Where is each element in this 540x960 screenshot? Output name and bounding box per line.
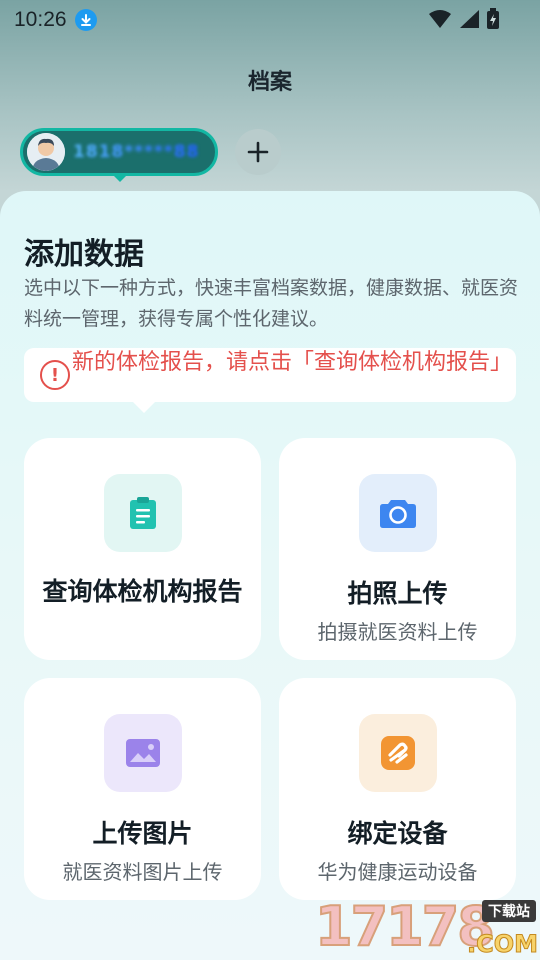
page-title: 档案 (247, 70, 292, 95)
tip-pointer (132, 401, 156, 413)
sheet-title: 添加数据 (24, 237, 144, 272)
avatar (27, 133, 65, 171)
card-icon-box (359, 474, 437, 552)
camera-icon (380, 500, 416, 528)
watermark-suffix: .COM (466, 930, 538, 959)
card-title: 拍照上传 (347, 579, 448, 608)
battery-charging-icon (486, 8, 500, 34)
card-icon-box (104, 474, 182, 552)
add-profile-button[interactable] (235, 129, 281, 175)
image-upload-card[interactable]: 上传图片 就医资料图片上传 (24, 678, 261, 900)
wifi-icon (428, 9, 452, 33)
sheet-description: 选中以下一种方式，快速丰富档案数据，健康数据、就医资料统一管理，获得专属个性化建… (24, 277, 519, 330)
card-subtitle: 就医资料图片上传 (62, 860, 223, 884)
card-icon-box (104, 714, 182, 792)
device-band-icon (381, 736, 415, 770)
query-report-card[interactable]: 查询体检机构报告 (24, 438, 261, 660)
warning-circle-icon: ! (40, 360, 70, 390)
card-subtitle: 华为健康运动设备 (317, 860, 478, 884)
card-subtitle: 拍摄就医资料上传 (317, 620, 478, 644)
add-data-sheet: 添加数据 选中以下一种方式，快速丰富档案数据，健康数据、就医资料统一管理，获得专… (0, 191, 540, 960)
image-icon (126, 739, 160, 767)
status-bar: 10:26 (0, 0, 540, 40)
profile-name: 1818*****88 (73, 142, 200, 162)
plus-icon (247, 141, 269, 163)
tip-text: 新的体检报告，请点击「查询体检机构报告」 (72, 350, 513, 375)
clipboard-icon (130, 497, 156, 529)
signal-icon (458, 9, 480, 33)
selected-pointer (111, 173, 129, 182)
card-title: 上传图片 (92, 819, 193, 848)
photo-upload-card[interactable]: 拍照上传 拍摄就医资料上传 (279, 438, 516, 660)
watermark-tag: 下载站 (482, 900, 536, 922)
status-icons (428, 8, 500, 34)
card-title: 查询体检机构报告 (42, 577, 243, 606)
profile-selector[interactable]: 1818*****88 (20, 128, 218, 182)
profile-row: 1818*****88 (20, 128, 281, 182)
bind-device-card[interactable]: 绑定设备 华为健康运动设备 (279, 678, 516, 900)
card-icon-box (359, 714, 437, 792)
download-icon (74, 9, 97, 31)
status-time: 10:26 (14, 8, 67, 31)
card-title: 绑定设备 (347, 819, 448, 848)
tip-bubble: ! 新的体检报告，请点击「查询体检机构报告」 (24, 348, 516, 402)
site-watermark: 17178 下载站 .COM (314, 894, 540, 960)
